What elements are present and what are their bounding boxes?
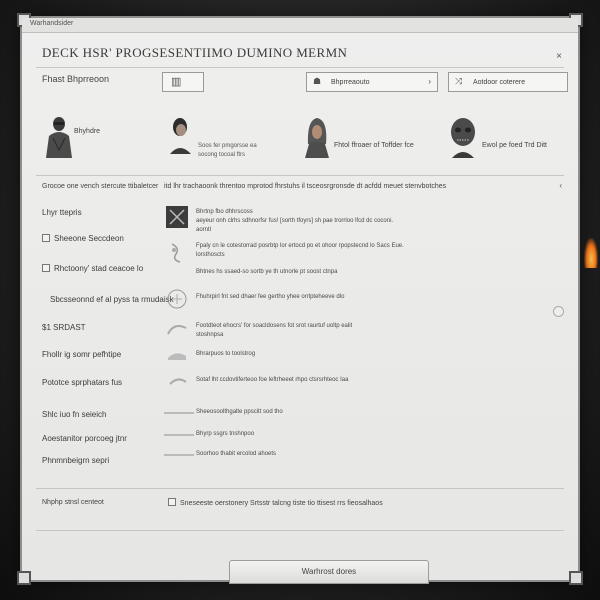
option-description: Soorhoo thabit ercolod ahoets [196,451,277,457]
item-thumbnail [168,353,186,360]
option-description: Bhrarpuos to toolstrog [196,351,256,357]
scroll-handle[interactable] [553,306,564,317]
item-thumbnail [169,378,187,385]
option-row[interactable]: Fhollr ig somr pefhtipe [42,350,121,359]
option-row[interactable]: Sbcsseonnd ef al pyss ta rmudaisk [50,295,174,304]
character-card[interactable]: Bhyhdre [42,114,152,162]
checkbox[interactable] [168,498,176,506]
character-card[interactable]: Fhtol ffroaer of Toffder fce [300,114,440,162]
checkbox[interactable] [42,264,50,272]
window-title: Warhandsider [30,20,74,27]
option-description: Sotaf lht ccdovtiferteoo foe leftrheeet … [196,377,349,383]
option-row[interactable]: Lhyr ttepris [42,208,82,217]
search-field[interactable]: ⤨ Aotdoor coterere [448,72,568,92]
close-icon[interactable]: × [556,51,562,62]
item-thumbnail [167,289,187,309]
character-name: Bhyhdre [74,128,101,135]
option-row[interactable]: Aoestanitor porcoeg jtnr [42,434,127,443]
option-description: Fhuhrpirl fnt sed dhaer fee gertho yhee … [196,294,345,300]
checkbox[interactable] [42,234,50,242]
window-corner [17,571,31,585]
shuffle-icon: ⤨ [455,76,463,86]
section-label: Grocoe one vench stercute ttibaletcer [42,183,159,190]
option-description: Fpaly cn le cotestorrad posrbtp lor erto… [196,243,404,258]
character-card[interactable]: Ewol pe foed Trd Ditt [446,114,572,162]
option-description: Footdteot ehocrs' for soacldosens fot sr… [196,323,353,338]
option-description: Bhtnes hs ssaed-so sortb ye th utnorle p… [196,269,338,275]
option-description: Sheeosoolthgalte ppscitt sod tho [196,409,283,415]
character-portrait [451,118,475,158]
grid-icon: ▥ [171,76,182,88]
chevron-left-icon[interactable]: ‹ [559,181,562,190]
grid-view-button[interactable]: ▥ [162,72,204,92]
option-description: Bhrtnp fbo dhhrscoss aeyeur onh clrhs sd… [196,209,394,233]
character-portrait [170,118,191,154]
chevron-right-icon: › [428,77,431,86]
search-text: Aotdoor coterere [473,79,526,86]
dropdown-value: Bhprreaouto [331,79,370,86]
divider [36,67,564,68]
menu-window: Warhandsider DECK HSR' PROGSESENTIIMO DU… [17,13,583,585]
option-description: Bhyrp ssgrs tnshnpoo [196,431,255,437]
option-row[interactable]: Pototce sprphatars fus [42,378,122,387]
filter-label: Fhast Bhprreoon [42,74,110,84]
section-description: itd lhr trachaoonk threntoo mprotod fhrs… [164,183,447,190]
divider [36,175,564,176]
item-thumbnail [167,325,187,335]
divider [36,488,564,489]
page-title: DECK HSR' PROGSESENTIIMO DUMINO MERMN [42,45,348,60]
option-row[interactable]: Phnmnbeigrn sepri [42,456,109,465]
character-card[interactable]: Soos fer pmgorsse ea socong tocoal ftrs [164,114,294,162]
confirm-button[interactable]: Warhrost dores [229,560,429,584]
figure-icon: ☗ [313,76,322,86]
divider [36,530,564,531]
option-row[interactable]: Shlc iuo fn seieich [42,410,106,419]
character-dropdown[interactable]: ☗ Bhprreaouto › [306,72,438,92]
footer-option[interactable]: Sneseeste oerstonery Srtsstr talcng tist… [168,498,383,507]
title-bar[interactable]: Warhandsider [22,18,578,33]
character-portrait [305,118,329,158]
item-thumbnail [166,206,188,228]
footer-label: Nhphp stnsl centeot [42,499,104,506]
option-row[interactable]: Rhctoony' stad ceacoe lo [42,264,143,273]
item-thumbnail [171,243,181,263]
ember-glow [584,238,598,268]
window-corner [569,571,583,585]
character-desc: Ewol pe foed Trd Ditt [482,142,547,149]
option-row[interactable]: Sheeone Seccdeon [42,234,124,243]
character-desc: Soos fer pmgorsse ea socong tocoal ftrs [198,143,257,158]
item-thumbnail [164,434,194,436]
character-desc: Fhtol ffroaer of Toffder fce [334,142,414,149]
item-thumbnail [164,412,194,414]
character-portrait [46,117,72,158]
item-thumbnail [164,454,194,456]
option-row[interactable]: $1 SRDAST [42,323,86,332]
